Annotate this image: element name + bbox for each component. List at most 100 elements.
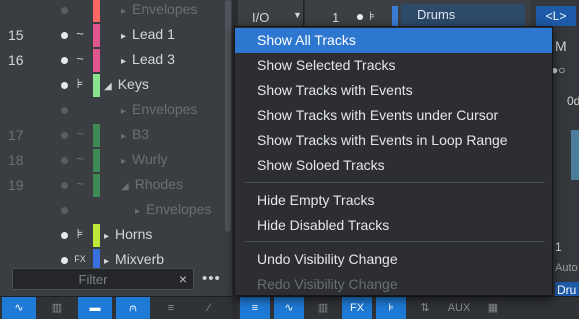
more-options-icon[interactable]: •••	[202, 270, 221, 287]
track-row[interactable]: 17 ~ ▸ B3	[0, 123, 232, 148]
track-row[interactable]: ▸ Envelopes	[0, 0, 232, 23]
folder-icon[interactable]: ▬	[78, 297, 112, 319]
channel-number: 1	[555, 240, 562, 254]
expand-icon[interactable]: ▸	[121, 56, 126, 67]
expand-icon[interactable]: ▸	[121, 31, 126, 42]
waveform-icon[interactable]: ∿	[2, 297, 36, 319]
track-visibility-menu: Show All Tracks Show Selected Tracks Show …	[234, 26, 553, 296]
toggle-icon[interactable]: ●○	[551, 63, 566, 77]
record-arm-icon[interactable]	[61, 232, 68, 239]
track-color-swatch	[93, 49, 100, 72]
record-arm-icon[interactable]	[357, 14, 363, 20]
menu-item-hide-disabled-tracks[interactable]: Hide Disabled Tracks	[235, 213, 552, 238]
expand-icon[interactable]: ▸	[121, 6, 126, 17]
expand-icon[interactable]: ▸	[121, 106, 126, 117]
mute-button[interactable]: M	[555, 38, 567, 54]
track-number: 17	[8, 127, 24, 143]
record-arm-icon[interactable]	[61, 107, 68, 114]
record-arm-icon[interactable]	[61, 7, 68, 14]
record-arm-icon[interactable]	[61, 207, 68, 214]
menu-item-show-tracks-with-events-in-loop-range[interactable]: Show Tracks with Events in Loop Range	[235, 128, 552, 153]
folder-track-icon[interactable]: ⊧	[376, 297, 406, 319]
fx-icon[interactable]: FX	[342, 297, 372, 319]
expand-icon[interactable]: ▸	[121, 131, 126, 142]
track-label: Wurly	[132, 151, 168, 167]
menu-item-undo-visibility-change[interactable]: Undo Visibility Change	[235, 247, 552, 272]
list-icon[interactable]: ≡	[240, 297, 270, 319]
link-button[interactable]: <L>	[536, 6, 576, 26]
filter-input[interactable]: Filter ×	[12, 268, 194, 290]
track-row[interactable]: 16 ~ ▸ Lead 3	[0, 48, 232, 73]
track-row[interactable]: ⊧ ▸ Horns	[0, 223, 232, 248]
io-label: I/O	[252, 10, 270, 25]
menu-item-show-all-tracks[interactable]: Show All Tracks	[235, 28, 552, 53]
audio-track-icon: ~	[76, 26, 84, 41]
track-row[interactable]: ▸ Envelopes	[0, 198, 232, 223]
menu-item-show-selected-tracks[interactable]: Show Selected Tracks	[235, 53, 552, 78]
track-number: 15	[8, 27, 24, 43]
expand-icon[interactable]: ▸	[104, 231, 109, 242]
track-name: ▸ Horns	[104, 226, 152, 242]
menu-item-show-tracks-with-events-under-cursor[interactable]: Show Tracks with Events under Cursor	[235, 103, 552, 128]
track-list-scrollbar[interactable]	[225, 0, 231, 232]
track-label: Envelopes	[132, 1, 198, 17]
record-arm-icon[interactable]	[61, 32, 68, 39]
track-name: ▸ Wurly	[121, 151, 168, 167]
selected-track-header[interactable]: 1 ⊧ Drums	[305, 0, 531, 28]
track-name: ▸ B3	[121, 126, 149, 142]
routing-icon[interactable]: ⇅	[410, 297, 440, 319]
track-list-panel: ▸ Envelopes 15 ~ ▸ Lead 1 16 ~ ▸ Lead 3 ⊧ ◢ Keys ▸ Env…	[0, 0, 232, 296]
track-name[interactable]: Drums	[401, 4, 525, 26]
expand-icon[interactable]: ▸	[135, 206, 140, 217]
record-arm-icon[interactable]	[61, 132, 68, 139]
track-row[interactable]: 18 ~ ▸ Wurly	[0, 148, 232, 173]
track-color-swatch	[93, 124, 100, 147]
curve-icon[interactable]: ∕	[192, 297, 226, 319]
track-label: Lead 1	[132, 26, 175, 42]
record-arm-icon[interactable]	[61, 257, 68, 264]
track-name: ▸ Envelopes	[135, 201, 211, 217]
track-color-swatch	[93, 174, 100, 197]
menu-item-show-soloed-tracks[interactable]: Show Soloed Tracks	[235, 153, 552, 178]
track-label: Lead 3	[132, 51, 175, 67]
record-arm-icon[interactable]	[61, 57, 68, 64]
menu-item-hide-empty-tracks[interactable]: Hide Empty Tracks	[235, 188, 552, 213]
automation-icon[interactable]: ⩀	[116, 297, 150, 319]
io-selector[interactable]: I/O ▼	[238, 0, 304, 28]
chevron-down-icon: ▼	[293, 10, 302, 20]
keyboard-icon[interactable]: ▥	[308, 297, 338, 319]
right-toolbar: ≡ ∿ ▥ FX ⊧ ⇅ AUX ▦	[238, 296, 579, 319]
grid-icon[interactable]: ▦	[478, 297, 508, 319]
automation-label: Auto	[555, 262, 578, 274]
expand-icon[interactable]: ▸	[121, 156, 126, 167]
folder-track-icon: ⊧	[76, 226, 84, 241]
track-color-swatch	[93, 149, 100, 172]
track-name: ◢ Rhodes	[121, 176, 183, 192]
keyboard-icon[interactable]: ▥	[40, 297, 74, 319]
menu-item-show-tracks-with-events[interactable]: Show Tracks with Events	[235, 78, 552, 103]
collapse-icon[interactable]: ◢	[121, 181, 129, 192]
track-color-swatch	[392, 6, 398, 26]
aux-icon[interactable]: AUX	[444, 297, 474, 319]
menu-item-redo-visibility-change: Redo Visibility Change	[257, 276, 398, 292]
collapse-icon[interactable]: ◢	[104, 81, 112, 92]
track-label: Mixverb	[115, 251, 165, 267]
track-row[interactable]: ⊧ ◢ Keys	[0, 73, 232, 98]
folder-track-icon: ⊧	[369, 9, 376, 23]
track-row[interactable]: 15 ~ ▸ Lead 1	[0, 23, 232, 48]
track-label: Keys	[117, 76, 149, 92]
track-label: Envelopes	[132, 101, 198, 117]
track-row[interactable]: 19 ~ ◢ Rhodes	[0, 173, 232, 198]
track-row[interactable]: ▸ Envelopes	[0, 98, 232, 123]
list-icon[interactable]: ≡	[154, 297, 188, 319]
menu-separator	[245, 241, 545, 242]
expand-icon[interactable]: ▸	[104, 256, 109, 267]
record-arm-icon[interactable]	[61, 157, 68, 164]
record-arm-icon[interactable]	[61, 82, 68, 89]
waveform-icon[interactable]: ∿	[274, 297, 304, 319]
track-label: Horns	[115, 226, 153, 242]
audio-track-icon: ~	[76, 151, 84, 166]
record-arm-icon[interactable]	[61, 182, 68, 189]
clear-filter-icon[interactable]: ×	[179, 271, 187, 287]
track-name: ▸ Envelopes	[121, 101, 197, 117]
